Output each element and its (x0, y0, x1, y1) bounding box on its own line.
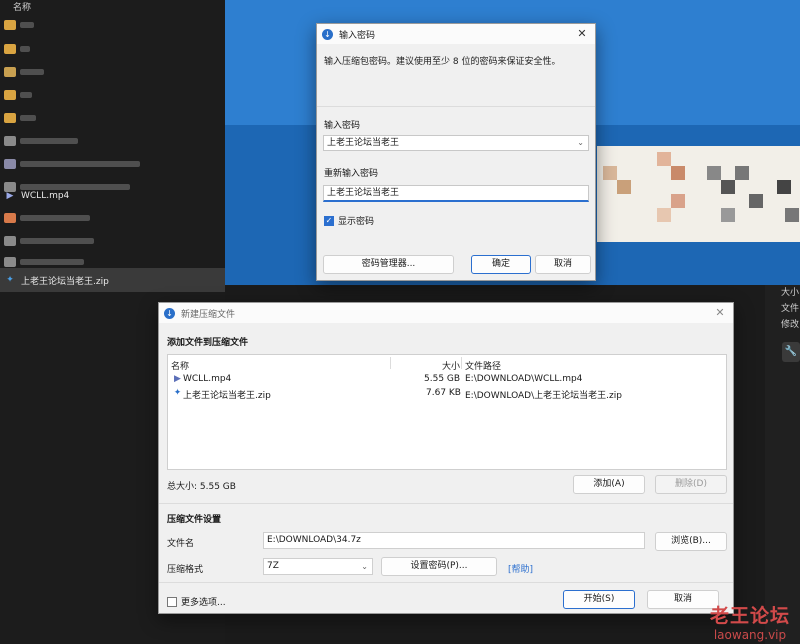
divider (317, 106, 595, 107)
blurred-file-row[interactable] (0, 129, 225, 153)
repeat-password-value: 上老王论坛当老王 (327, 188, 400, 198)
explorer-file-label: WCLL.mp4 (21, 191, 70, 201)
chevron-down-icon[interactable]: ⌄ (361, 559, 368, 574)
filename-label: 文件名 (167, 539, 195, 549)
new-archive-dialog: ↓ 新建压缩文件 ✕ 添加文件到压缩文件 名称 大小 文件路径 ▶ WCLL.m… (158, 302, 734, 614)
explorer-column-name[interactable]: 名称 (13, 0, 31, 13)
password-dialog-titlebar[interactable]: ↓ 输入密码 (317, 24, 595, 44)
archive-file-icon: ✦ (6, 275, 14, 285)
file-path-cell: E:\DOWNLOAD\WCLL.mp4 (465, 374, 583, 384)
explorer-file-label: 上老王论坛当老王.zip (21, 276, 109, 287)
blurred-file-row[interactable] (0, 37, 225, 61)
blurred-file-row[interactable] (0, 60, 225, 84)
settings-section-title: 压缩文件设置 (167, 515, 222, 525)
more-options-checkbox[interactable]: 更多选项... (167, 595, 226, 608)
blurred-file-row[interactable] (0, 106, 225, 130)
dialog-title: 输入密码 (339, 30, 376, 41)
divider (159, 503, 733, 504)
column-header-size[interactable]: 大小 (442, 359, 460, 372)
password-dialog: ↓ 输入密码 ✕ 输入压缩包密码。建议使用至少 8 位的密码来保证安全性。 输入… (316, 23, 596, 281)
set-password-button[interactable]: 设置密码(P)... (381, 557, 497, 576)
file-name-cell: 上老王论坛当老王.zip (183, 391, 271, 401)
detail-label: 文件 (781, 304, 800, 314)
password-combobox[interactable]: 上老王论坛当老王 ⌄ (323, 135, 589, 151)
close-icon[interactable]: ✕ (713, 306, 727, 320)
table-row[interactable]: ▶ WCLL.mp4 5.55 GB E:\DOWNLOAD\WCLL.mp4 (168, 373, 726, 387)
close-icon[interactable]: ✕ (575, 27, 589, 41)
browse-button[interactable]: 浏览(B)... (655, 532, 727, 551)
chevron-down-icon[interactable]: ⌄ (577, 136, 584, 150)
column-header-path[interactable]: 文件路径 (465, 359, 501, 372)
add-files-section-title: 添加文件到压缩文件 (167, 338, 249, 348)
column-header-name[interactable]: 名称 (171, 359, 189, 372)
blurred-preview-image (597, 146, 800, 242)
detail-label: 大小 (781, 288, 800, 298)
repeat-password-label: 重新输入密码 (324, 169, 379, 179)
add-button[interactable]: 添加(A) (573, 475, 645, 494)
explorer-file-wcll[interactable]: ▶ WCLL.mp4 (0, 184, 225, 208)
password-label: 输入密码 (324, 121, 361, 131)
detail-label: 修改 (781, 320, 800, 330)
explorer-file-zip[interactable]: ✦ 上老王论坛当老王.zip (0, 268, 225, 292)
app-logo-icon: ↓ (322, 28, 333, 40)
blurred-file-row[interactable] (0, 83, 225, 107)
table-row[interactable]: ✦ 上老王论坛当老王.zip 7.67 KB E:\DOWNLOAD\上老王论坛… (168, 387, 726, 401)
more-options-label: 更多选项... (181, 598, 226, 608)
start-button[interactable]: 开始(S) (563, 590, 635, 609)
blurred-file-row[interactable] (0, 152, 225, 176)
cancel-button[interactable]: 取消 (647, 590, 719, 609)
archive-file-icon: ✦ (173, 388, 182, 398)
checkbox-box[interactable] (167, 596, 177, 607)
site-watermark: 老王论坛 laowang.vip (710, 601, 790, 642)
password-value: 上老王论坛当老王 (327, 138, 400, 148)
column-divider[interactable] (461, 357, 462, 369)
video-file-icon: ▶ (174, 374, 181, 384)
archive-dialog-titlebar[interactable]: ↓ 新建压缩文件 (159, 303, 733, 323)
show-password-label: 显示密码 (338, 217, 375, 227)
repeat-password-input[interactable]: 上老王论坛当老王 (323, 185, 589, 202)
wrench-icon[interactable]: 🔧 (782, 342, 800, 362)
help-link[interactable]: [帮助] (508, 562, 533, 575)
show-password-checkbox[interactable]: ✓ 显示密码 (324, 214, 374, 227)
watermark-url: laowang.vip (713, 628, 787, 642)
delete-button[interactable]: 删除(D) (655, 475, 727, 494)
format-select[interactable]: 7Z ⌄ (263, 558, 373, 575)
dialog-title: 新建压缩文件 (181, 309, 236, 320)
format-value: 7Z (267, 561, 279, 571)
file-list-table[interactable]: 名称 大小 文件路径 ▶ WCLL.mp4 5.55 GB E:\DOWNLOA… (167, 354, 727, 470)
column-divider[interactable] (390, 357, 391, 369)
details-side-panel: 大小 文件 修改 (765, 285, 800, 644)
password-manager-button[interactable]: 密码管理器... (323, 255, 454, 274)
file-path-cell: E:\DOWNLOAD\上老王论坛当老王.zip (465, 391, 622, 401)
cancel-button[interactable]: 取消 (535, 255, 591, 274)
file-size-cell: 5.55 GB (424, 374, 461, 384)
checkmark-icon[interactable]: ✓ (324, 215, 334, 226)
ok-button[interactable]: 确定 (471, 255, 531, 274)
filename-input[interactable]: E:\DOWNLOAD\34.7z (263, 532, 645, 549)
blurred-file-row[interactable] (0, 13, 225, 37)
file-size-cell: 7.67 KB (426, 388, 461, 398)
file-name-cell: WCLL.mp4 (183, 374, 232, 384)
blurred-file-row[interactable] (0, 206, 225, 230)
app-logo-icon: ↓ (164, 307, 175, 319)
video-file-icon: ▶ (6, 191, 14, 201)
watermark-title: 老王论坛 (709, 605, 790, 627)
password-description: 输入压缩包密码。建议使用至少 8 位的密码来保证安全性。 (324, 57, 561, 67)
divider (159, 582, 733, 583)
total-size-text: 总大小: 5.55 GB (167, 482, 236, 492)
format-label: 压缩格式 (167, 565, 204, 575)
